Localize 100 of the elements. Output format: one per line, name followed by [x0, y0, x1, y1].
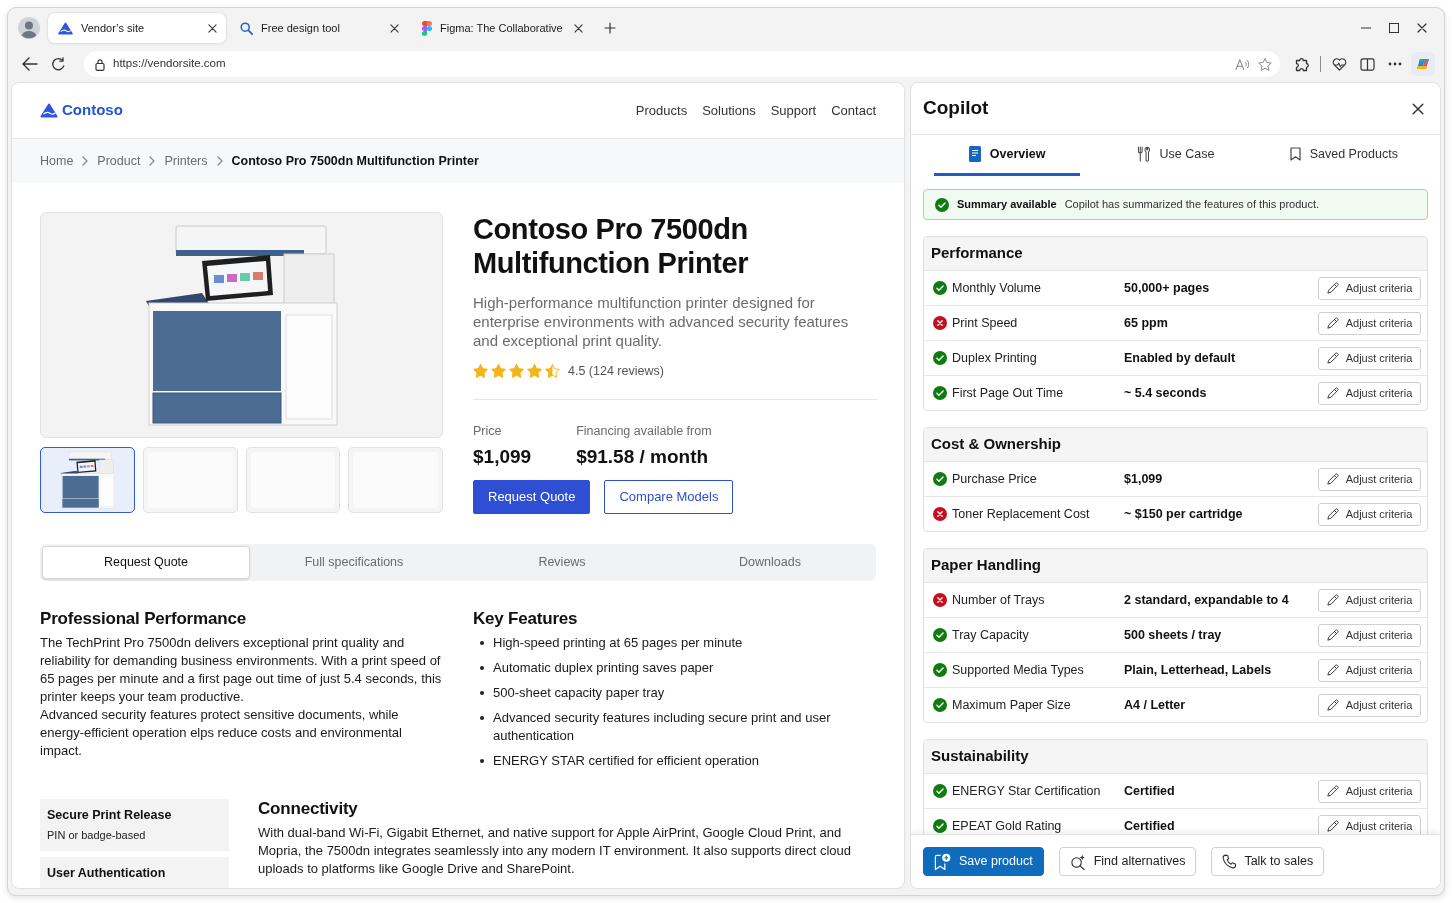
adjust-criteria-button[interactable]: Adjust criteria: [1318, 276, 1421, 300]
bullet-icon: [480, 666, 484, 670]
section-heading: Professional Performance: [40, 609, 247, 629]
list-item-text: Advanced security features including secure print and user authentication: [493, 709, 832, 745]
group-header: Paper Handling: [924, 549, 1427, 582]
tab[interactable]: Downloads: [666, 546, 874, 579]
minimize-icon: [1361, 27, 1371, 29]
chevron-icon: [149, 156, 156, 166]
bullet-icon: [480, 759, 484, 763]
adjust-criteria-button[interactable]: Adjust criteria: [1318, 311, 1421, 335]
breadcrumb-link[interactable]: Product: [97, 151, 141, 171]
criterion-label: Tray Capacity: [952, 626, 1030, 644]
lock-icon: [95, 57, 105, 71]
primary-button[interactable]: Save product: [923, 847, 1044, 876]
adjust-criteria-button[interactable]: Adjust criteria: [1318, 693, 1421, 717]
criterion-label: Maximum Paper Size: [952, 696, 1072, 714]
group-header: Performance: [924, 237, 1427, 270]
bullet-icon: [480, 691, 484, 695]
split-screen-icon: [1359, 57, 1375, 71]
price-value: $1,099: [473, 444, 532, 469]
pencil-icon: [1326, 508, 1339, 520]
breadcrumb-link[interactable]: Contoso Pro 7500dn Multifunction Printer: [231, 151, 479, 171]
adjust-criteria-button[interactable]: Adjust criteria: [1318, 467, 1421, 491]
star-icon: [491, 364, 506, 379]
pencil-icon: [1326, 664, 1339, 676]
logo-icon: [58, 21, 73, 35]
tools-icon: [1136, 146, 1151, 162]
star-icon: [1258, 57, 1272, 71]
star-icon: [527, 364, 542, 379]
nav-link[interactable]: Solutions: [702, 100, 756, 121]
close-icon: [573, 23, 583, 33]
product-title: Contoso Pro 7500dn Multifunction Printer: [473, 212, 750, 280]
pencil-icon: [1326, 594, 1339, 606]
nav-link[interactable]: Contact: [831, 100, 876, 121]
pencil-icon: [1326, 473, 1339, 485]
app-logo-icon: [422, 20, 432, 36]
address-bar[interactable]: https://vendorsite.com: [84, 51, 1280, 77]
tab[interactable]: Full specifications: [250, 546, 458, 579]
adjust-criteria-button[interactable]: Adjust criteria: [1318, 346, 1421, 370]
pencil-icon: [1326, 282, 1339, 294]
plus-icon: [603, 22, 616, 34]
adjust-criteria-button[interactable]: Adjust criteria: [1318, 779, 1421, 803]
tab[interactable]: Saved Products: [1270, 135, 1417, 176]
list-item-text: High-speed printing at 65 pages per minute: [493, 634, 743, 652]
breadcrumb-link[interactable]: Home: [40, 151, 74, 171]
tab[interactable]: Reviews: [458, 546, 666, 579]
more-icon: [1388, 62, 1402, 66]
heart-pulse-icon: [1331, 57, 1347, 71]
bullet-icon: [480, 641, 484, 645]
criterion-value: 500 sheets / tray: [1124, 626, 1223, 644]
criterion-value: Plain, Letterhead, Labels: [1124, 661, 1273, 679]
criterion-label: Purchase Price: [952, 470, 1038, 488]
nav-link[interactable]: Products: [635, 100, 688, 121]
logo-icon: [1411, 52, 1435, 76]
star-icon: [545, 364, 560, 379]
bullet-icon: [480, 716, 484, 720]
adjust-criteria-button[interactable]: Adjust criteria: [1318, 588, 1421, 612]
secondary-button[interactable]: Find alternatives: [1058, 847, 1197, 876]
logo-icon: [40, 103, 58, 118]
close-icon: [390, 23, 399, 33]
tab[interactable]: Use Case: [1102, 135, 1249, 176]
bookmark-plus-icon: [934, 852, 951, 871]
criterion-label: EPEAT Gold Rating: [952, 817, 1063, 834]
adjust-criteria-button[interactable]: Adjust criteria: [1318, 381, 1421, 405]
criterion-value: Certified: [1124, 817, 1176, 834]
criterion-value: 50,000+ pages: [1124, 279, 1211, 297]
alert-text: Copilot has summarized the features of this product.: [1064, 197, 1320, 213]
adjust-criteria-button[interactable]: Adjust criteria: [1318, 658, 1421, 682]
price-label: Price: [473, 422, 503, 440]
browser-tab[interactable]: Free design tool: [230, 13, 408, 43]
criterion-value: A4 / Letter: [1124, 696, 1187, 714]
read-aloud-icon: [1235, 57, 1250, 71]
browser-tab[interactable]: Figma: The Collaborative: [412, 13, 592, 43]
criterion-value: $1,099: [1124, 470, 1164, 488]
criterion-value: Enabled by default: [1124, 349, 1237, 367]
close-icon: [1417, 23, 1427, 33]
brand-link[interactable]: Contoso: [40, 99, 123, 122]
document-icon: [968, 146, 981, 162]
outline-button[interactable]: Compare Models: [604, 480, 734, 514]
group-header: Cost & Ownership: [924, 428, 1427, 461]
criterion-label: Number of Trays: [952, 591, 1046, 609]
criterion-value: ~ $150 per cartridge: [1124, 505, 1244, 523]
maximize-icon: [1389, 23, 1399, 33]
criterion-value: 65 ppm: [1124, 314, 1169, 332]
thumbnail[interactable]: [40, 447, 135, 513]
paragraph: The TechPrint Pro 7500dn delivers exceptional print quality and reliability for demanding business environments. With a print speed of 65 pages per minute and a first page out time of just 5.4 seconds, this printer keeps your team productive.: [40, 634, 443, 706]
tab[interactable]: Request Quote: [42, 546, 250, 579]
primary-button[interactable]: Request Quote: [473, 480, 591, 514]
criterion-label: First Page Out Time: [952, 384, 1065, 402]
adjust-criteria-button[interactable]: Adjust criteria: [1318, 814, 1421, 834]
secondary-button[interactable]: Talk to sales: [1211, 847, 1325, 876]
financing-value: $91.58 / month: [576, 444, 710, 469]
tab[interactable]: Overview: [934, 135, 1081, 176]
breadcrumb-link[interactable]: Printers: [164, 151, 208, 171]
nav-link[interactable]: Support: [770, 100, 817, 121]
back-arrow-icon: [22, 57, 38, 71]
adjust-criteria-button[interactable]: Adjust criteria: [1318, 623, 1421, 647]
adjust-criteria-button[interactable]: Adjust criteria: [1318, 502, 1421, 526]
browser-tab[interactable]: Vendor’s site: [48, 13, 226, 43]
sidebar-app-button[interactable]: [1409, 50, 1437, 78]
